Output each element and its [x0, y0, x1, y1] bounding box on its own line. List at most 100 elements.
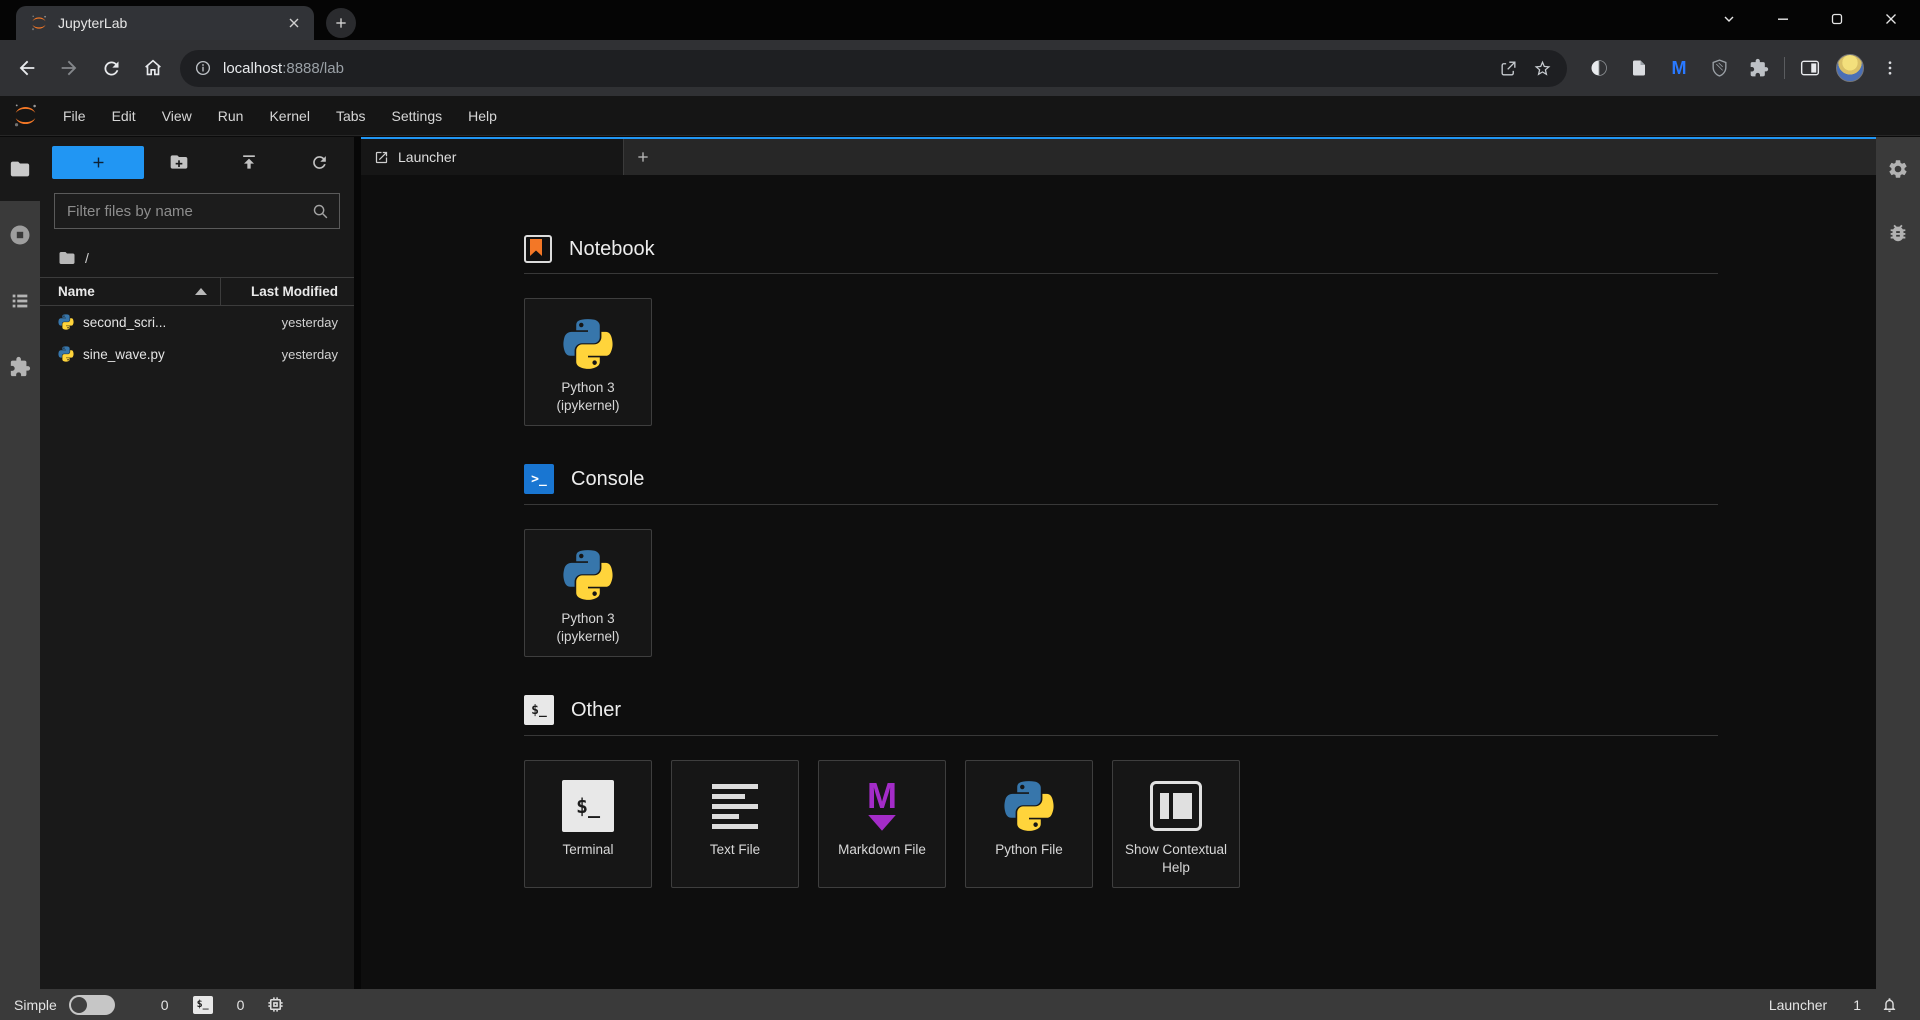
extensions-puzzle-icon[interactable]	[1739, 48, 1779, 88]
sidebar-tab-property-inspector[interactable]	[1887, 158, 1909, 180]
back-icon[interactable]	[6, 47, 48, 89]
launcher-card-python-file[interactable]: Python File	[965, 760, 1093, 888]
site-info-icon[interactable]	[194, 59, 212, 77]
browser-menu-kebab-icon[interactable]	[1870, 48, 1910, 88]
text-file-icon	[712, 784, 758, 829]
current-activity-label[interactable]: Launcher	[1769, 997, 1827, 1013]
upload-button[interactable]	[232, 145, 266, 179]
sidebar-tab-extension-manager[interactable]	[0, 335, 40, 399]
sidebar-tab-table-of-contents[interactable]	[0, 269, 40, 333]
profile-avatar[interactable]	[1830, 48, 1870, 88]
tab-close-icon[interactable]	[284, 13, 304, 33]
section-title: Notebook	[569, 238, 655, 261]
refresh-file-list-button[interactable]	[302, 145, 336, 179]
share-icon[interactable]	[1491, 51, 1525, 85]
home-folder-icon[interactable]	[58, 249, 76, 267]
main-dock-panel: Launcher Notebook	[361, 137, 1876, 989]
forward-icon[interactable]	[48, 47, 90, 89]
window-minimize-button[interactable]	[1760, 0, 1806, 38]
python-file-icon	[58, 314, 74, 330]
launcher-card-label: Show Contextual Help	[1113, 841, 1239, 876]
column-header-name[interactable]: Name	[40, 278, 221, 305]
section-title: Other	[571, 699, 621, 722]
terminal-icon: $_	[562, 780, 614, 832]
menu-view[interactable]: View	[149, 96, 205, 135]
jupyter-favicon-icon	[30, 14, 48, 32]
window-controls	[1706, 0, 1914, 38]
home-icon[interactable]	[132, 47, 174, 89]
bell-icon[interactable]	[1881, 996, 1898, 1014]
menu-file[interactable]: File	[50, 96, 99, 135]
document-extension-icon[interactable]	[1619, 48, 1659, 88]
python-logo-icon	[562, 543, 614, 607]
menu-run[interactable]: Run	[205, 96, 257, 135]
launcher-card-terminal[interactable]: $_ Terminal	[524, 760, 652, 888]
shield-extension-icon[interactable]	[1699, 48, 1739, 88]
url-text: localhost:8888/lab	[223, 60, 1491, 77]
side-panel-icon[interactable]	[1790, 48, 1830, 88]
launcher-card-notebook-python3[interactable]: Python 3 (ipykernel)	[524, 298, 652, 426]
launcher-card-console-python3[interactable]: Python 3 (ipykernel)	[524, 529, 652, 657]
sidebar-tab-running-sessions[interactable]	[0, 203, 40, 267]
tab-launcher[interactable]: Launcher	[361, 139, 624, 175]
jupyter-logo-icon	[12, 102, 39, 129]
jupyterlab-shell: / Name Last Modified second_scri... yest…	[0, 137, 1920, 989]
notebook-icon	[524, 235, 552, 263]
kernels-count: 0	[237, 997, 245, 1013]
browser-toolbar: localhost:8888/lab M	[0, 40, 1920, 96]
launcher-card-label: Python 3 (ipykernel)	[525, 379, 651, 414]
menu-tabs[interactable]: Tabs	[323, 96, 379, 135]
menu-help[interactable]: Help	[455, 96, 510, 135]
address-bar[interactable]: localhost:8888/lab	[180, 50, 1567, 87]
add-tab-button[interactable]	[624, 139, 662, 175]
python-logo-icon	[1003, 774, 1055, 838]
file-browser-toolbar	[40, 137, 354, 187]
search-icon	[312, 203, 329, 220]
panel-splitter[interactable]	[354, 137, 361, 989]
section-title: Console	[571, 468, 644, 491]
browser-tab-title: JupyterLab	[58, 15, 284, 31]
breadcrumb-root[interactable]: /	[85, 250, 89, 266]
sort-ascending-icon	[195, 288, 207, 295]
menu-settings[interactable]: Settings	[379, 96, 456, 135]
left-activity-bar	[0, 137, 40, 989]
dark-mode-extension-icon[interactable]	[1579, 48, 1619, 88]
file-filter-input[interactable]	[59, 203, 312, 220]
file-name: second_scri...	[83, 315, 166, 330]
launcher-card-contextual-help[interactable]: Show Contextual Help	[1112, 760, 1240, 888]
terminal-icon[interactable]: $_	[193, 996, 213, 1014]
window-maximize-button[interactable]	[1814, 0, 1860, 38]
toolbar-separator	[1784, 57, 1785, 79]
menu-edit[interactable]: Edit	[99, 96, 149, 135]
simple-mode-toggle[interactable]	[69, 995, 115, 1015]
kernel-chip-icon[interactable]	[266, 995, 285, 1014]
launcher-card-label: Markdown File	[833, 841, 931, 859]
tab-search-chevron-icon[interactable]	[1706, 0, 1752, 38]
new-launcher-button[interactable]	[52, 146, 144, 179]
malwarebytes-extension-icon[interactable]: M	[1659, 48, 1699, 88]
extensions-row: M	[1579, 48, 1910, 88]
launcher-card-label: Text File	[705, 841, 765, 859]
window-close-button[interactable]	[1868, 0, 1914, 38]
menu-kernel[interactable]: Kernel	[256, 96, 322, 135]
url-host: localhost	[223, 60, 282, 77]
sidebar-tab-file-browser[interactable]	[0, 137, 40, 201]
column-header-last-modified[interactable]: Last Modified	[221, 284, 354, 299]
new-folder-button[interactable]	[162, 145, 196, 179]
bookmark-star-icon[interactable]	[1525, 51, 1559, 85]
tab-launcher-label: Launcher	[398, 149, 456, 165]
launcher-body: Notebook Python 3 (ipykernel)	[361, 175, 1876, 989]
gear-icon	[1887, 158, 1909, 180]
file-row[interactable]: sine_wave.py yesterday	[40, 338, 354, 370]
launcher-card-markdown-file[interactable]: M Markdown File	[818, 760, 946, 888]
new-tab-button[interactable]	[326, 8, 356, 38]
sidebar-tab-debugger[interactable]	[1887, 222, 1909, 244]
puzzle-icon	[9, 356, 31, 378]
launcher-card-text-file[interactable]: Text File	[671, 760, 799, 888]
bug-icon	[1887, 222, 1909, 244]
browser-tab[interactable]: JupyterLab	[16, 6, 314, 40]
reload-icon[interactable]	[90, 47, 132, 89]
dock-tab-bar: Launcher	[361, 139, 1876, 175]
file-row[interactable]: second_scri... yesterday	[40, 306, 354, 338]
browser-titlebar: JupyterLab	[0, 0, 1920, 40]
